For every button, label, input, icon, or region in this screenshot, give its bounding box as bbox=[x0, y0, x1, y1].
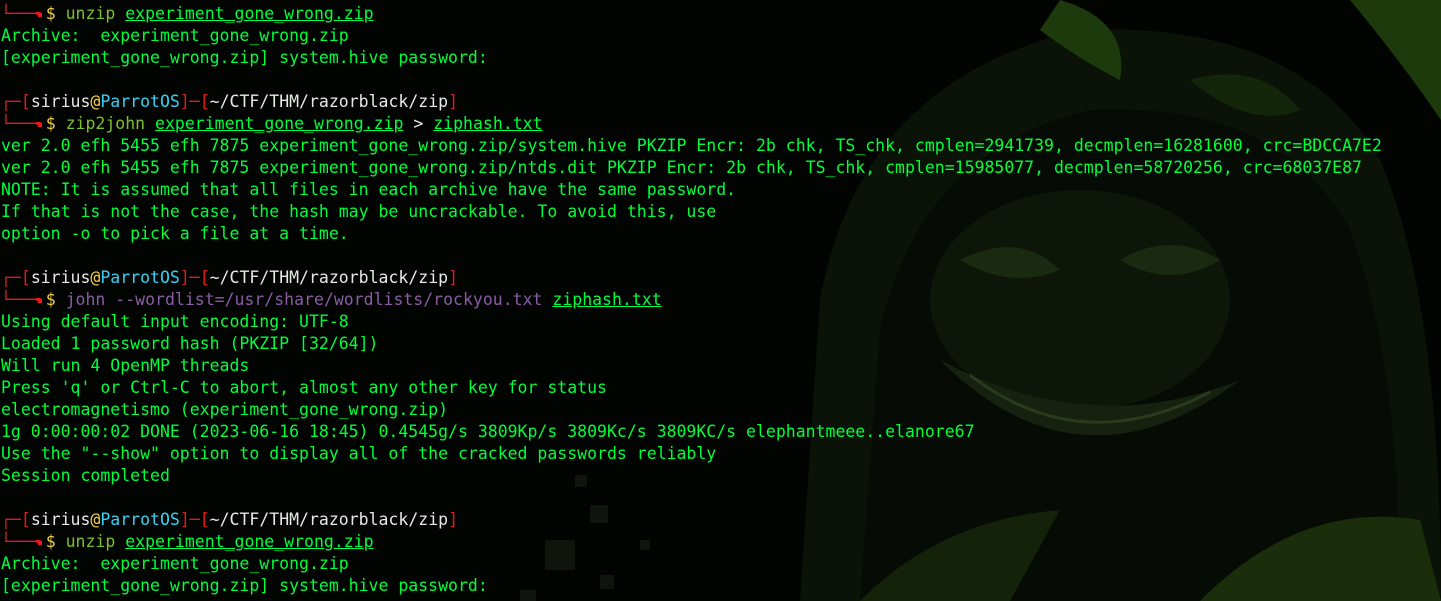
output-text: Will run 4 OpenMP threads bbox=[1, 356, 250, 375]
command-name: unzip bbox=[65, 532, 116, 551]
output-line: [experiment_gone_wrong.zip] system.hive … bbox=[1, 575, 1382, 597]
terminal-window[interactable]: └──╼ $ unzip experiment_gone_wrong.zip Arc… bbox=[0, 0, 1441, 601]
prompt-header: ┌─[sirius@ParrotOS]─[~/CTF/THM/razorblac… bbox=[1, 509, 1382, 531]
output-text: Loaded 1 password hash (PKZIP [32/64]) bbox=[1, 334, 379, 353]
output-line: option -o to pick a file at a time. bbox=[1, 223, 1382, 245]
output-text: 1g 0:00:00:02 DONE (2023-06-16 18:45) 0.… bbox=[1, 422, 975, 441]
output-text: option -o to pick a file at a time. bbox=[1, 224, 349, 243]
output-line: Press 'q' or Ctrl-C to abort, almost any… bbox=[1, 377, 1382, 399]
prompt-bracket: ] bbox=[448, 268, 459, 287]
prompt-dollar: $ bbox=[45, 290, 56, 309]
prompt-user: sirius bbox=[30, 268, 91, 287]
output-text: Use the "--show" option to display all o… bbox=[1, 444, 717, 463]
prompt-path: ~/CTF/THM/razorblack/zip bbox=[209, 92, 449, 111]
output-text: electromagnetismo (experiment_gone_wrong… bbox=[1, 400, 449, 419]
output-text: [experiment_gone_wrong.zip] system.hive … bbox=[1, 576, 498, 595]
prompt-bracket: ┌─[ bbox=[1, 92, 31, 111]
prompt-arrow: └──╼ bbox=[1, 114, 41, 133]
prompt-arrow-tip-icon bbox=[37, 540, 42, 545]
command-line[interactable]: └──╼ $ john --wordlist=/usr/share/wordlis… bbox=[1, 289, 1382, 311]
prompt-arrow: └──╼ bbox=[1, 290, 41, 309]
prompt-at: @ bbox=[90, 268, 101, 287]
output-text: ver 2.0 efh 5455 efh 7875 experiment_gon… bbox=[1, 158, 1362, 177]
command-name: john --wordlist=/usr/share/wordlists/roc… bbox=[65, 290, 543, 309]
prompt-user: sirius bbox=[30, 510, 91, 529]
output-line: Use the "--show" option to display all o… bbox=[1, 443, 1382, 465]
output-line: Archive: experiment_gone_wrong.zip bbox=[1, 25, 1382, 47]
output-text: Archive: experiment_gone_wrong.zip bbox=[1, 26, 349, 45]
prompt-arrow-tip-icon bbox=[37, 122, 42, 127]
prompt-header: ┌─[sirius@ParrotOS]─[~/CTF/THM/razorblac… bbox=[1, 267, 1382, 289]
prompt-arrow-tip-icon bbox=[37, 12, 42, 17]
prompt-arrow: └──╼ bbox=[1, 4, 41, 23]
output-line: NOTE: It is assumed that all files in ea… bbox=[1, 179, 1382, 201]
prompt-at: @ bbox=[90, 92, 101, 111]
terminal-output[interactable]: └──╼ $ unzip experiment_gone_wrong.zip Arc… bbox=[1, 3, 1382, 597]
output-line: Loaded 1 password hash (PKZIP [32/64]) bbox=[1, 333, 1382, 355]
prompt-host: ParrotOS bbox=[100, 268, 180, 287]
prompt-dollar: $ bbox=[45, 4, 56, 23]
prompt-path: ~/CTF/THM/razorblack/zip bbox=[209, 268, 449, 287]
prompt-dollar: $ bbox=[45, 532, 56, 551]
command-argument: ziphash.txt bbox=[552, 290, 662, 309]
prompt-header: ┌─[sirius@ParrotOS]─[~/CTF/THM/razorblac… bbox=[1, 91, 1382, 113]
output-text: If that is not the case, the hash may be… bbox=[1, 202, 717, 221]
prompt-path: ~/CTF/THM/razorblack/zip bbox=[209, 510, 449, 529]
output-line: [experiment_gone_wrong.zip] system.hive … bbox=[1, 47, 1382, 69]
command-argument: experiment_gone_wrong.zip bbox=[125, 4, 374, 23]
command-line[interactable]: └──╼ $ unzip experiment_gone_wrong.zip bbox=[1, 531, 1382, 553]
prompt-bracket: ┌─[ bbox=[1, 510, 31, 529]
output-line: Will run 4 OpenMP threads bbox=[1, 355, 1382, 377]
output-text: Press 'q' or Ctrl-C to abort, almost any… bbox=[1, 378, 607, 397]
command-argument: ziphash.txt bbox=[433, 114, 543, 133]
command-name: unzip bbox=[65, 4, 116, 23]
prompt-host: ParrotOS bbox=[100, 92, 180, 111]
prompt-arrow: └──╼ bbox=[1, 532, 41, 551]
prompt-bracket: ┌─[ bbox=[1, 268, 31, 287]
output-line: ver 2.0 efh 5455 efh 7875 experiment_gon… bbox=[1, 135, 1382, 157]
output-line: 1g 0:00:00:02 DONE (2023-06-16 18:45) 0.… bbox=[1, 421, 1382, 443]
prompt-arrow-tip-icon bbox=[37, 298, 42, 303]
output-line: electromagnetismo (experiment_gone_wrong… bbox=[1, 399, 1382, 421]
output-text: NOTE: It is assumed that all files in ea… bbox=[1, 180, 737, 199]
output-text: Using default input encoding: UTF-8 bbox=[1, 312, 349, 331]
command-operator: > bbox=[413, 114, 424, 133]
command-line[interactable]: └──╼ $ unzip experiment_gone_wrong.zip bbox=[1, 3, 1382, 25]
output-text: Archive: experiment_gone_wrong.zip bbox=[1, 554, 349, 573]
output-line: Session completed bbox=[1, 465, 1382, 487]
command-line[interactable]: └──╼ $ zip2john experiment_gone_wrong.zip… bbox=[1, 113, 1382, 135]
prompt-separator: ]─[ bbox=[179, 92, 210, 111]
output-line: If that is not the case, the hash may be… bbox=[1, 201, 1382, 223]
prompt-bracket: ] bbox=[448, 510, 459, 529]
command-name: zip2john bbox=[65, 114, 146, 133]
command-argument: experiment_gone_wrong.zip bbox=[155, 114, 404, 133]
output-line: Using default input encoding: UTF-8 bbox=[1, 311, 1382, 333]
prompt-bracket: ] bbox=[448, 92, 459, 111]
prompt-dollar: $ bbox=[45, 114, 56, 133]
output-line: ver 2.0 efh 5455 efh 7875 experiment_gon… bbox=[1, 157, 1382, 179]
prompt-separator: ]─[ bbox=[179, 510, 210, 529]
prompt-at: @ bbox=[90, 510, 101, 529]
prompt-separator: ]─[ bbox=[179, 268, 210, 287]
output-line: Archive: experiment_gone_wrong.zip bbox=[1, 553, 1382, 575]
prompt-host: ParrotOS bbox=[100, 510, 180, 529]
output-text: Session completed bbox=[1, 466, 170, 485]
output-text: [experiment_gone_wrong.zip] system.hive … bbox=[1, 48, 498, 67]
prompt-user: sirius bbox=[30, 92, 91, 111]
output-text: ver 2.0 efh 5455 efh 7875 experiment_gon… bbox=[1, 136, 1382, 155]
command-argument: experiment_gone_wrong.zip bbox=[125, 532, 374, 551]
